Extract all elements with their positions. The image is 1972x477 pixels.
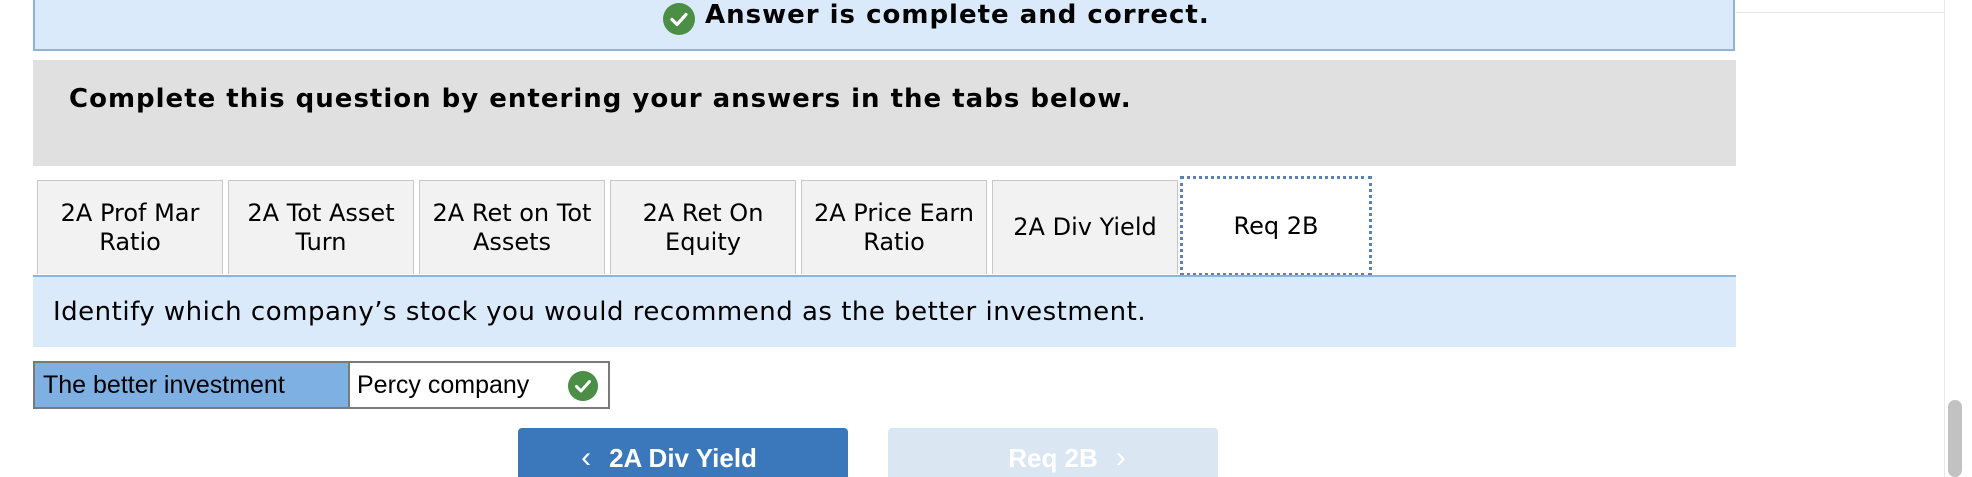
scrollbar-thumb[interactable] bbox=[1948, 400, 1962, 477]
previous-tab-button[interactable]: ‹ 2A Div Yield › bbox=[518, 428, 848, 477]
status-banner: Answer is complete and correct. bbox=[33, 0, 1735, 51]
tab-label: 2A Prof Mar Ratio bbox=[60, 198, 200, 256]
tab-2a-price-earn-ratio[interactable]: 2A Price Earn Ratio bbox=[801, 180, 987, 274]
chevron-left-icon: ‹ bbox=[581, 441, 592, 474]
answer-label: The better investment bbox=[35, 363, 350, 407]
next-tab-button[interactable]: ‹ Req 2B › bbox=[888, 428, 1218, 477]
check-circle-icon bbox=[568, 371, 598, 401]
tab-label: 2A Ret On Equity bbox=[642, 198, 764, 256]
tab-2a-div-yield[interactable]: 2A Div Yield bbox=[992, 180, 1178, 274]
check-circle-icon bbox=[663, 3, 695, 35]
answer-value: Percy company bbox=[357, 371, 530, 399]
tab-label: 2A Div Yield bbox=[1013, 213, 1157, 241]
tab-2a-ret-on-tot-assets[interactable]: 2A Ret on Tot Assets bbox=[419, 180, 605, 274]
tab-label: Req 2B bbox=[1233, 211, 1319, 240]
page-edge-divider bbox=[1736, 12, 1956, 13]
instruction-panel: Complete this question by entering your … bbox=[33, 60, 1736, 166]
tab-2a-tot-asset-turn[interactable]: 2A Tot Asset Turn bbox=[228, 180, 414, 274]
status-message: Answer is complete and correct. bbox=[705, 0, 1210, 30]
previous-tab-label: 2A Div Yield bbox=[609, 442, 757, 473]
next-tab-label: Req 2B bbox=[1008, 442, 1098, 473]
answer-input[interactable]: Percy company bbox=[350, 363, 608, 407]
page: Answer is complete and correct. Complete… bbox=[0, 0, 1972, 477]
question-text: Identify which company’s stock you would… bbox=[53, 297, 1147, 327]
tab-req-2b[interactable]: Req 2B bbox=[1180, 176, 1372, 276]
tab-label: 2A Ret on Tot Assets bbox=[432, 198, 592, 256]
question-bar: Identify which company’s stock you would… bbox=[33, 277, 1736, 347]
tab-label: 2A Tot Asset Turn bbox=[247, 198, 395, 256]
tab-label: 2A Price Earn Ratio bbox=[813, 198, 975, 256]
instruction-text: Complete this question by entering your … bbox=[69, 84, 1132, 114]
tab-2a-prof-mar-ratio[interactable]: 2A Prof Mar Ratio bbox=[37, 180, 223, 274]
tab-2a-ret-on-equity[interactable]: 2A Ret On Equity bbox=[610, 180, 796, 274]
answer-table: The better investment Percy company bbox=[33, 361, 610, 409]
chevron-right-icon: › bbox=[1115, 441, 1126, 474]
